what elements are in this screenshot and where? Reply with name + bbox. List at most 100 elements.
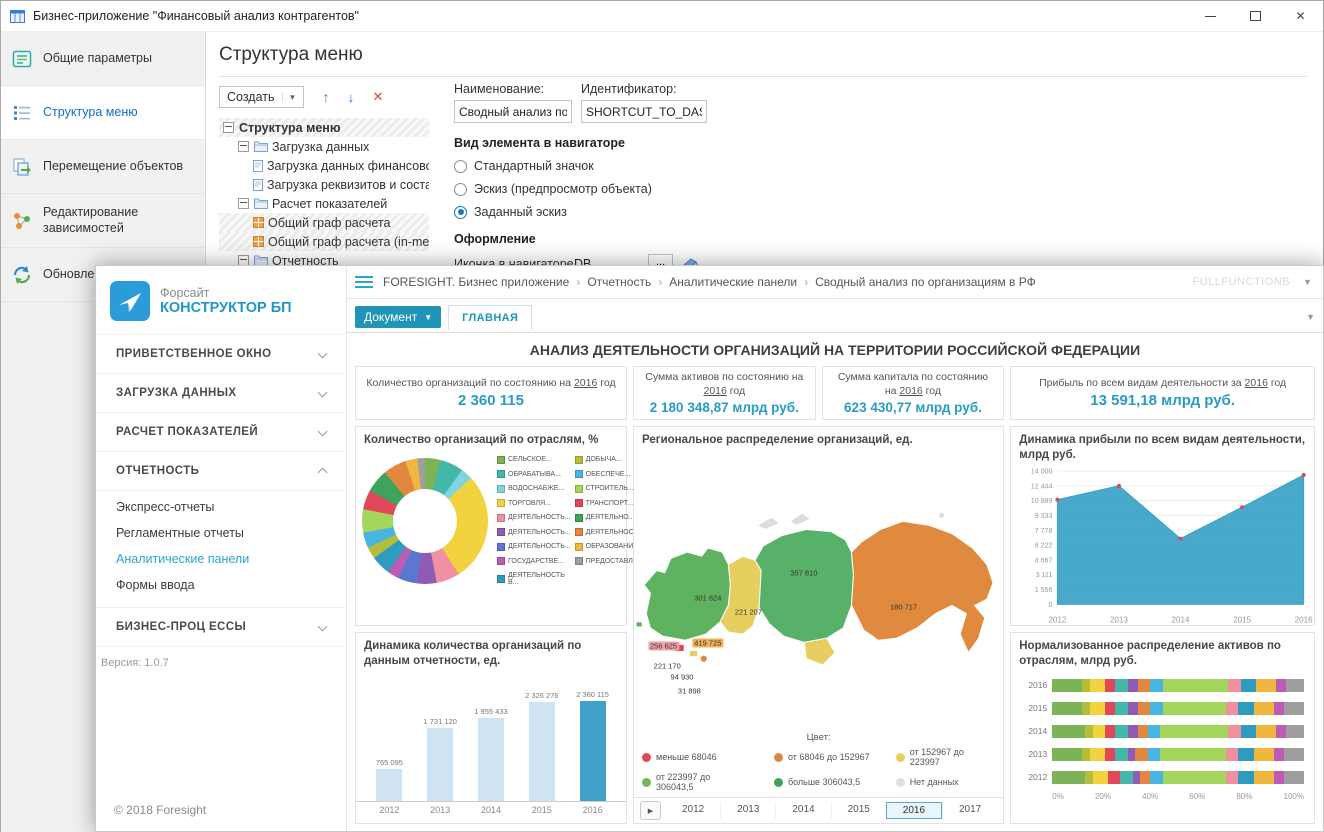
tree-expander-icon[interactable] bbox=[238, 198, 249, 209]
legend-item: ВОДОСНАБЖЕ... bbox=[497, 485, 571, 493]
bar bbox=[580, 701, 606, 801]
bar-group[interactable]: 2 326 276 bbox=[516, 691, 567, 801]
bar-group[interactable]: 2 360 115 bbox=[567, 690, 618, 801]
name-input[interactable] bbox=[454, 100, 572, 123]
map-region[interactable] bbox=[790, 513, 811, 525]
tree-item[interactable]: Загрузка данных финансово bbox=[219, 156, 429, 175]
submenu-item[interactable]: Регламентные отчеты bbox=[96, 520, 346, 546]
delete-button[interactable]: ✕ bbox=[372, 89, 383, 105]
stacked-row[interactable]: 2015 bbox=[1021, 702, 1304, 715]
donut-chart[interactable] bbox=[362, 458, 488, 584]
tree-item-label: Структура меню bbox=[239, 121, 341, 135]
bar-group[interactable]: 765 095 bbox=[364, 758, 415, 801]
map-region[interactable] bbox=[757, 517, 780, 529]
sidebar-menu-item[interactable]: ОТЧЕТНОСТЬ bbox=[96, 452, 346, 491]
map-region[interactable] bbox=[689, 650, 697, 656]
map-region[interactable] bbox=[636, 622, 642, 627]
org-dynamics-card: Динамика количества организаций по данны… bbox=[355, 632, 627, 824]
hamburger-menu-icon[interactable] bbox=[355, 276, 373, 288]
map-region[interactable] bbox=[804, 638, 835, 665]
tree-expander-icon[interactable] bbox=[223, 122, 234, 133]
tab-main[interactable]: ГЛАВНАЯ bbox=[448, 305, 532, 330]
identifier-input[interactable] bbox=[581, 100, 707, 123]
app-logo[interactable]: Форсайт КОНСТРУКТОР БП bbox=[96, 266, 346, 334]
minimize-button[interactable] bbox=[1188, 1, 1233, 31]
submenu-item[interactable]: Экспресс-отчеты bbox=[96, 494, 346, 520]
year-parameter-link[interactable]: 2016 bbox=[704, 385, 727, 397]
chevron-down-icon[interactable]: ▼ bbox=[1300, 277, 1315, 287]
card-title: Количество организаций по отраслям, % bbox=[356, 427, 626, 450]
stacked-segment bbox=[1160, 725, 1228, 738]
back-sidebar-item[interactable]: Редактирование зависимостей bbox=[1, 194, 205, 248]
russia-map[interactable]: 301 624221 207357 810180 717256 625419 7… bbox=[634, 450, 1003, 730]
chevron-down-icon[interactable]: ▼ bbox=[1306, 312, 1315, 322]
timeline-year[interactable]: 2017 bbox=[942, 802, 997, 819]
stacked-row[interactable]: 2016 bbox=[1021, 679, 1304, 692]
map-region[interactable] bbox=[700, 655, 707, 662]
timeline-years: 201220132014201520162017 bbox=[666, 802, 997, 819]
stacked-bar-chart[interactable]: 201620152014201320120%20%40%60%80%100% bbox=[1011, 671, 1314, 803]
back-sidebar-item[interactable]: Структура меню bbox=[1, 86, 205, 140]
legend-swatch bbox=[575, 514, 583, 522]
stacked-row[interactable]: 2013 bbox=[1021, 748, 1304, 761]
chevron-down-icon bbox=[318, 621, 328, 631]
create-button[interactable]: Создать▼ bbox=[219, 86, 304, 108]
tree-item[interactable]: Загрузка реквизитов и соста bbox=[219, 175, 429, 194]
breadcrumb-item[interactable]: FORESIGHT. Бизнес приложение bbox=[383, 275, 569, 289]
titlebar[interactable]: Бизнес-приложение "Финансовый анализ кон… bbox=[1, 1, 1323, 32]
bar-group[interactable]: 1 731 120 bbox=[415, 717, 466, 801]
bar-group[interactable]: 1 955 433 bbox=[466, 707, 517, 801]
breadcrumb-item[interactable]: Отчетность bbox=[587, 275, 651, 289]
sidebar-menu-item[interactable]: ЗАГРУЗКА ДАННЫХ bbox=[96, 374, 346, 413]
timeline-year[interactable]: 2012 bbox=[666, 802, 720, 819]
area-chart[interactable]: 14 00012 44410 8899 3337 7786 2224 6673 … bbox=[1011, 465, 1314, 629]
timeline-year[interactable]: 2013 bbox=[720, 802, 775, 819]
sidebar-menu-item[interactable]: БИЗНЕС-ПРОЦ ЕССЫ bbox=[96, 608, 346, 647]
map-region[interactable] bbox=[851, 521, 993, 652]
maximize-button[interactable] bbox=[1233, 1, 1278, 31]
tree-item[interactable]: Общий граф расчета (in-mem bbox=[219, 232, 429, 251]
sidebar-menu-item[interactable]: ПРИВЕТСТВЕННОЕ ОКНО bbox=[96, 335, 346, 374]
timeline-year[interactable]: 2015 bbox=[831, 802, 886, 819]
sidebar-menu-item[interactable]: РАСЧЕТ ПОКАЗАТЕЛЕЙ bbox=[96, 413, 346, 452]
radio-icon[interactable] bbox=[454, 160, 467, 173]
back-sidebar-item[interactable]: Перемещение объектов bbox=[1, 140, 205, 194]
dashboard-column-middle: Сумма активов по состоянию на 2016 год 2… bbox=[633, 366, 1004, 824]
submenu-item[interactable]: Аналитические панели bbox=[96, 546, 346, 572]
submenu-item[interactable]: Формы ввода bbox=[96, 572, 346, 598]
play-button[interactable]: ▶ bbox=[640, 801, 661, 820]
year-parameter-link[interactable]: 2016 bbox=[574, 377, 597, 389]
breadcrumb-item[interactable]: Сводный анализ по организациям в РФ bbox=[815, 275, 1036, 289]
map-region[interactable] bbox=[755, 529, 853, 642]
radio-option[interactable]: Стандартный значок bbox=[454, 159, 854, 173]
bar-chart[interactable]: 765 0951 731 1201 955 4332 326 2762 360 … bbox=[356, 675, 626, 815]
timeline-year[interactable]: 2016 bbox=[886, 802, 942, 819]
close-button[interactable]: ✕ bbox=[1278, 1, 1323, 31]
tree-item[interactable]: Структура меню bbox=[219, 118, 429, 137]
tree-item[interactable]: Общий граф расчета bbox=[219, 213, 429, 232]
stacked-row[interactable]: 2014 bbox=[1021, 725, 1304, 738]
radio-option[interactable]: Эскиз (предпросмотр объекта) bbox=[454, 182, 854, 196]
move-up-button[interactable]: ↑ bbox=[322, 89, 329, 105]
year-parameter-link[interactable]: 2016 bbox=[899, 385, 922, 397]
stacked-segment bbox=[1082, 679, 1090, 692]
breadcrumb-item[interactable]: Аналитические панели bbox=[669, 275, 797, 289]
tree-expander-icon[interactable] bbox=[238, 141, 249, 152]
radio-icon[interactable] bbox=[454, 183, 467, 196]
move-down-button[interactable]: ↓ bbox=[347, 89, 354, 105]
year-parameter-link[interactable]: 2016 bbox=[1245, 377, 1268, 389]
radio-icon[interactable] bbox=[454, 206, 467, 219]
back-sidebar-item[interactable]: Общие параметры bbox=[1, 32, 205, 86]
tree-item[interactable]: Загрузка данных bbox=[219, 137, 429, 156]
legend-dot bbox=[642, 753, 651, 762]
stacked-segment bbox=[1254, 771, 1274, 784]
tree-item[interactable]: Расчет показателей bbox=[219, 194, 429, 213]
svg-text:7 778: 7 778 bbox=[1035, 528, 1053, 535]
stacked-segment bbox=[1090, 748, 1105, 761]
document-menu-button[interactable]: Документ▼ bbox=[355, 306, 441, 328]
radio-option[interactable]: Заданный эскиз bbox=[454, 205, 854, 219]
stacked-row[interactable]: 2012 bbox=[1021, 771, 1304, 784]
map-region[interactable] bbox=[939, 512, 945, 518]
legend-label: ДОБЫЧА... bbox=[586, 456, 622, 463]
timeline-year[interactable]: 2014 bbox=[775, 802, 830, 819]
